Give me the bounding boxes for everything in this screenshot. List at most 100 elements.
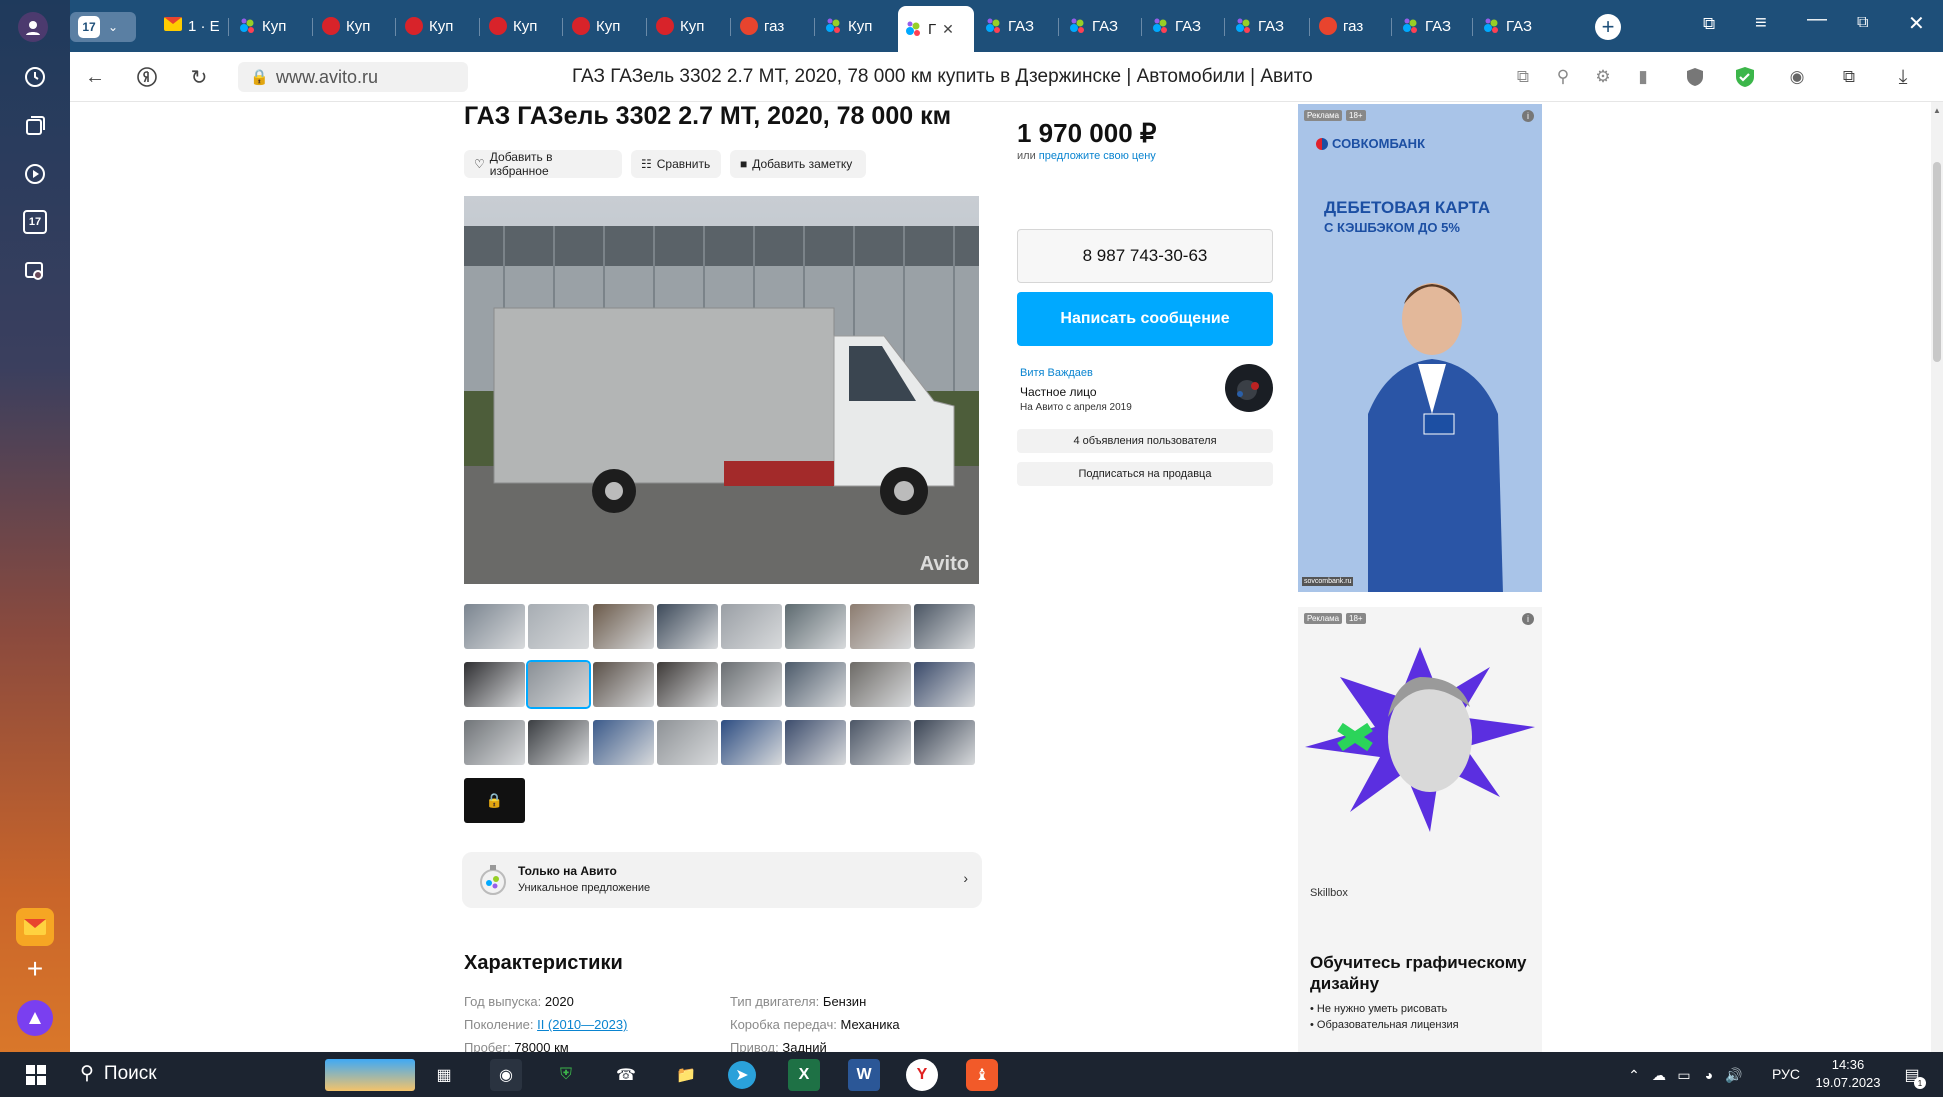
photo-thumbnail[interactable] bbox=[593, 720, 654, 765]
photo-thumbnail[interactable] bbox=[528, 604, 589, 649]
subscribe-seller-button[interactable]: Подписаться на продавца bbox=[1017, 462, 1273, 486]
tab-4[interactable]: Куп bbox=[483, 8, 557, 44]
photo-thumbnail[interactable] bbox=[464, 662, 525, 707]
profile-icon[interactable] bbox=[18, 12, 48, 42]
spec-value[interactable]: II (2010—2023) bbox=[537, 1017, 627, 1032]
yandex-browser-icon[interactable]: Y bbox=[906, 1059, 938, 1091]
photo-thumbnail[interactable] bbox=[785, 662, 846, 707]
main-photo[interactable]: Avito bbox=[464, 196, 979, 584]
tab-11[interactable]: ГАЗ bbox=[1062, 8, 1136, 44]
photo-thumbnail[interactable] bbox=[850, 720, 911, 765]
tab-3[interactable]: Куп bbox=[399, 8, 473, 44]
photo-thumbnail[interactable] bbox=[914, 720, 975, 765]
adblock-shield-icon[interactable] bbox=[1732, 64, 1758, 90]
user-ads-button[interactable]: 4 объявления пользователя bbox=[1017, 429, 1273, 453]
new-tab-button[interactable]: + bbox=[1595, 14, 1621, 40]
ad-info-icon[interactable]: i bbox=[1522, 110, 1534, 122]
skillbox-ad[interactable]: Реклама 18+ i Skillbox Обучитесь графиче… bbox=[1298, 607, 1542, 1052]
collections-icon[interactable] bbox=[18, 109, 52, 143]
page-scrollbar[interactable]: ▲ bbox=[1931, 102, 1943, 1052]
tab-5[interactable]: Куп bbox=[566, 8, 640, 44]
tab-2[interactable]: Куп bbox=[316, 8, 390, 44]
photo-thumbnail[interactable] bbox=[914, 604, 975, 649]
extensions-icon[interactable]: ⚙ bbox=[1590, 64, 1616, 90]
brave-browser-icon[interactable]: ♝ bbox=[966, 1059, 998, 1091]
photo-thumbnail[interactable] bbox=[850, 604, 911, 649]
seller-name[interactable]: Витя Важдаев bbox=[1020, 367, 1093, 379]
photo-thumbnail[interactable] bbox=[528, 720, 589, 765]
write-message-button[interactable]: Написать сообщение bbox=[1017, 292, 1273, 346]
vpn-icon[interactable]: ◉ bbox=[1784, 64, 1810, 90]
bookmark-icon[interactable]: ▮ bbox=[1630, 64, 1656, 90]
photo-thumbnail[interactable] bbox=[526, 660, 591, 709]
tab-12[interactable]: ГАЗ bbox=[1145, 8, 1219, 44]
scroll-thumb[interactable] bbox=[1933, 162, 1941, 362]
photo-thumbnail[interactable] bbox=[657, 662, 718, 707]
clock[interactable]: 14:36 19.07.2023 bbox=[1812, 1056, 1884, 1092]
close-window-icon[interactable]: ✕ bbox=[1908, 11, 1925, 36]
protect-icon[interactable] bbox=[1682, 64, 1708, 90]
photo-thumbnail[interactable] bbox=[850, 662, 911, 707]
reader-icon[interactable]: ⚲ bbox=[1550, 64, 1576, 90]
alice-icon[interactable] bbox=[17, 1000, 53, 1036]
tab-13[interactable]: ГАЗ bbox=[1228, 8, 1302, 44]
photo-thumbnail[interactable] bbox=[593, 604, 654, 649]
language-indicator[interactable]: РУС bbox=[1772, 1066, 1800, 1082]
tab-14[interactable]: газ bbox=[1313, 8, 1387, 44]
volume-icon[interactable]: 🔊 bbox=[1718, 1059, 1750, 1091]
avito-only-banner[interactable]: Только на Авито Уникальное предложение › bbox=[462, 852, 982, 908]
add-note-button[interactable]: ■ Добавить заметку bbox=[730, 150, 866, 178]
photo-thumbnail[interactable] bbox=[721, 662, 782, 707]
back-icon[interactable]: ← bbox=[82, 64, 108, 90]
tab-8[interactable]: Куп bbox=[818, 8, 892, 44]
add-panel-icon[interactable]: + bbox=[18, 952, 52, 986]
history-icon[interactable] bbox=[18, 60, 52, 94]
telegram-icon[interactable]: ➤ bbox=[728, 1061, 756, 1089]
excel-icon[interactable]: X bbox=[788, 1059, 820, 1091]
photo-thumbnail[interactable] bbox=[785, 720, 846, 765]
photo-thumbnail[interactable] bbox=[464, 720, 525, 765]
downloads-panel-icon[interactable]: ⧉ bbox=[1836, 64, 1862, 90]
propose-price-link[interactable]: предложите свою цену bbox=[1039, 150, 1156, 162]
photo-thumbnail[interactable] bbox=[721, 604, 782, 649]
vpn-app-icon[interactable]: ◉ bbox=[490, 1059, 522, 1091]
photo-thumbnail[interactable] bbox=[657, 720, 718, 765]
restore-icon[interactable]: ⧉ bbox=[1857, 14, 1868, 32]
security-app-icon[interactable]: ⛨ bbox=[550, 1059, 582, 1091]
tab-0[interactable]: 1 · E bbox=[158, 8, 232, 44]
tab-manager-icon[interactable]: ⧉ bbox=[1703, 14, 1715, 34]
notifications-icon[interactable]: ▤ 1 bbox=[1896, 1059, 1928, 1091]
windows-start-icon[interactable] bbox=[20, 1059, 52, 1091]
tab-6[interactable]: Куп bbox=[650, 8, 724, 44]
task-view-icon[interactable]: ▦ bbox=[428, 1059, 460, 1091]
photo-thumbnail[interactable] bbox=[914, 662, 975, 707]
tab-15[interactable]: ГАЗ bbox=[1395, 8, 1469, 44]
calendar-icon[interactable]: 17 bbox=[18, 205, 52, 239]
ad2-info-icon[interactable]: i bbox=[1522, 613, 1534, 625]
phone-button[interactable]: 8 987 743-30-63 bbox=[1017, 229, 1273, 283]
download-icon[interactable]: ⤓ bbox=[1890, 64, 1916, 90]
tab-16[interactable]: ГАЗ bbox=[1476, 8, 1550, 44]
file-explorer-icon[interactable]: 📁 bbox=[670, 1059, 702, 1091]
tab-count-button[interactable]: 17 ⌄ bbox=[70, 12, 136, 42]
screenshot-icon[interactable] bbox=[18, 254, 52, 288]
close-tab-icon[interactable]: ✕ bbox=[942, 21, 954, 38]
mail-app-icon[interactable] bbox=[16, 908, 54, 946]
tab-7[interactable]: газ bbox=[734, 8, 808, 44]
photo-thumbnail[interactable] bbox=[657, 604, 718, 649]
word-icon[interactable]: W bbox=[848, 1059, 880, 1091]
tab-1[interactable]: Куп bbox=[232, 8, 306, 44]
video-icon[interactable] bbox=[18, 157, 52, 191]
sovcombank-ad[interactable]: Реклама 18+ i СОВКОМБАНК ДЕБЕТОВАЯ КАРТА… bbox=[1298, 104, 1542, 592]
translate-icon[interactable]: ⧉ bbox=[1510, 64, 1536, 90]
url-field[interactable]: 🔒 www.avito.ru bbox=[238, 62, 468, 92]
phone-app-icon[interactable]: ☎ bbox=[610, 1059, 642, 1091]
taskbar-search[interactable]: ⚲ Поиск bbox=[80, 1062, 157, 1085]
seller-avatar[interactable] bbox=[1225, 364, 1273, 412]
yandex-home-icon[interactable] bbox=[134, 64, 160, 90]
locked-photo-thumbnail[interactable]: 🔒 bbox=[464, 778, 525, 823]
photo-thumbnail[interactable] bbox=[785, 604, 846, 649]
news-widget-icon[interactable] bbox=[325, 1059, 415, 1091]
photo-thumbnail[interactable] bbox=[464, 604, 525, 649]
reload-icon[interactable]: ↻ bbox=[186, 64, 212, 90]
